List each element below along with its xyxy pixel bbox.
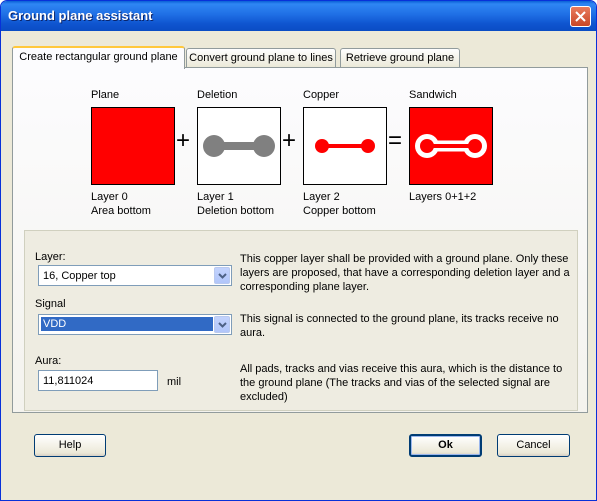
deletion-caption: Layer 1 Deletion bottom (197, 190, 274, 218)
dialog-window: Ground plane assistant Create rectangula… (0, 0, 597, 501)
copper-swatch (303, 107, 387, 185)
signal-select-value: VDD (41, 317, 213, 331)
copper-caption: Layer 2 Copper bottom (303, 190, 376, 218)
aura-unit: mil (167, 376, 182, 388)
plane-caption-layer: Layer 0 (91, 191, 128, 203)
sandwich-label: Sandwich (409, 89, 457, 101)
plane-caption-type: Area bottom (91, 205, 151, 217)
layer-select-value: 16, Copper top (43, 270, 116, 282)
copper-caption-layer: Layer 2 (303, 191, 340, 203)
signal-dropdown-button[interactable] (214, 316, 230, 333)
tab-retrieve[interactable]: Retrieve ground plane (340, 48, 460, 67)
copper-caption-type: Copper bottom (303, 205, 376, 217)
signal-select[interactable]: VDD (38, 314, 232, 335)
aura-input-value: 11,811024 (43, 375, 94, 387)
chevron-down-icon (218, 273, 227, 279)
plane-swatch (91, 107, 175, 185)
deletion-caption-layer: Layer 1 (197, 191, 234, 203)
equals-sign: = (388, 127, 403, 154)
help-button[interactable]: Help (34, 434, 106, 457)
layer-description: This copper layer shall be provided with… (240, 253, 570, 293)
chevron-down-icon (218, 322, 227, 328)
deletion-label: Deletion (197, 89, 238, 101)
layer-dropdown-button[interactable] (214, 267, 230, 284)
aura-description: All pads, tracks and vias receive this a… (240, 363, 563, 403)
aura-label: Aura: (35, 355, 62, 367)
window-title: Ground plane assistant (8, 8, 153, 23)
copper-label: Copper (303, 89, 340, 101)
cancel-button[interactable]: Cancel (497, 434, 570, 457)
signal-description: This signal is connected to the ground p… (240, 313, 559, 339)
close-button[interactable] (570, 6, 591, 27)
sandwich-caption: Layers 0+1+2 (409, 191, 477, 203)
deletion-caption-type: Deletion bottom (197, 205, 275, 217)
tab-convert-to-lines[interactable]: Convert ground plane to lines (186, 48, 336, 67)
plus-sign: + (176, 127, 191, 154)
sandwich-swatch (409, 107, 493, 185)
layer-select[interactable]: 16, Copper top (38, 265, 232, 286)
layer-label: Layer: (35, 251, 66, 263)
plane-caption: Layer 0 Area bottom (91, 190, 151, 218)
plus-sign: + (282, 127, 297, 154)
close-icon (575, 11, 586, 22)
aura-input[interactable]: 11,811024 (38, 370, 158, 391)
signal-label: Signal (35, 298, 66, 310)
deletion-swatch (197, 107, 281, 185)
ok-button[interactable]: Ok (409, 434, 482, 457)
tab-create-rectangular[interactable]: Create rectangular ground plane (12, 46, 185, 69)
title-bar[interactable]: Ground plane assistant (1, 1, 596, 31)
plane-label: Plane (91, 89, 120, 101)
